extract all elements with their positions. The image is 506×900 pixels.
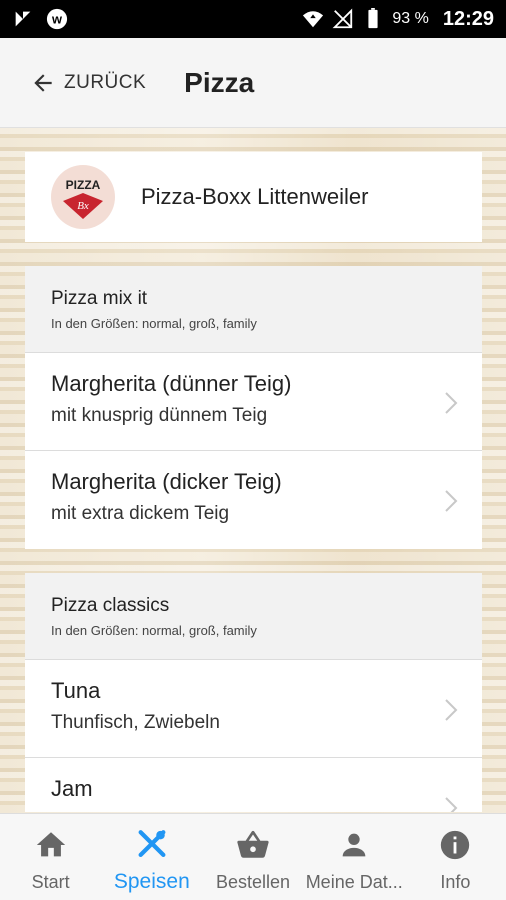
clock: 12:29 <box>442 7 494 30</box>
menu-item-name: Margherita (dicker Teig) <box>51 469 282 494</box>
section-title: Pizza mix it <box>51 288 148 309</box>
restaurant-name: Pizza-Boxx Littenweiler <box>141 184 369 209</box>
back-label: ZURÜCK <box>64 71 147 93</box>
section-title: Pizza classics <box>51 595 170 616</box>
home-icon <box>36 832 65 857</box>
menu-item[interactable]: Tuna Thunfisch, Zwiebeln <box>25 660 482 758</box>
restaurant-card: PIZZA Bx Pizza-Boxx Littenweiler <box>25 152 482 242</box>
section-header: Pizza classics In den Größen: normal, gr… <box>25 573 482 660</box>
cutlery-icon <box>138 830 166 858</box>
chevron-right-icon <box>445 490 458 512</box>
tab-label: Meine Dat... <box>305 872 403 892</box>
arrow-left-icon <box>34 73 52 92</box>
no-signal-icon <box>332 8 353 29</box>
info-icon <box>441 830 470 860</box>
back-button[interactable]: ZURÜCK <box>30 70 146 96</box>
menu-item-name: Margherita (dünner Teig) <box>51 371 292 396</box>
tab-speisen[interactable]: Speisen <box>101 814 202 900</box>
tab-meine-daten[interactable]: Meine Dat... <box>304 814 405 900</box>
tab-start[interactable]: Start <box>0 814 101 900</box>
menu-item-name: Tuna <box>51 678 101 703</box>
section-subtitle: In den Größen: normal, groß, family <box>51 623 257 638</box>
menu-item-description: mit extra dickem Teig <box>51 503 230 524</box>
svg-text:Bx: Bx <box>77 200 89 212</box>
w-notification-icon: w <box>46 8 68 30</box>
menu-item-description: mit knusprig dünnem Teig <box>51 405 268 426</box>
tab-info[interactable]: Info <box>405 814 506 900</box>
section-subtitle: In den Größen: normal, groß, family <box>51 316 257 331</box>
svg-text:PIZZA: PIZZA <box>66 178 101 192</box>
battery-icon <box>368 8 378 29</box>
menu-item-description: Thunfisch, Zwiebeln <box>51 712 220 733</box>
basket-icon <box>237 830 269 858</box>
menu-item[interactable]: Jam <box>25 758 482 812</box>
menu-section: Pizza mix it In den Größen: normal, groß… <box>25 266 482 549</box>
chevron-right-icon <box>445 797 458 812</box>
tab-bestellen[interactable]: Bestellen <box>202 814 303 900</box>
restaurant-logo: PIZZA Bx <box>51 165 115 229</box>
menu-item[interactable]: Margherita (dünner Teig) mit knusprig dü… <box>25 353 482 451</box>
tab-label: Speisen <box>113 870 190 893</box>
menu-item[interactable]: Margherita (dicker Teig) mit extra dicke… <box>25 451 482 549</box>
chevron-right-icon <box>445 392 458 414</box>
chevron-right-icon <box>445 699 458 721</box>
tab-label: Info <box>440 872 471 892</box>
page-title: Pizza <box>184 66 255 98</box>
menu-item-name: Jam <box>51 776 93 801</box>
battery-percentage: 93 % <box>392 10 429 27</box>
bottom-navigation: Start Speisen Bestellen Meine Dat... Inf… <box>0 813 506 900</box>
svg-text:w: w <box>51 12 62 27</box>
section-header: Pizza mix it In den Größen: normal, groß… <box>25 266 482 353</box>
menu-content[interactable]: PIZZA Bx Pizza-Boxx Littenweiler Pizza m… <box>25 152 482 812</box>
person-icon <box>342 833 366 857</box>
status-bar: w 93 % 12:29 <box>0 0 506 38</box>
app-notification-icon <box>15 11 31 27</box>
menu-section: Pizza classics In den Größen: normal, gr… <box>25 573 482 812</box>
wifi-icon <box>303 11 324 28</box>
tab-label: Start <box>31 872 70 892</box>
tab-label: Bestellen <box>215 872 291 892</box>
app-bar: ZURÜCK Pizza <box>0 38 506 128</box>
